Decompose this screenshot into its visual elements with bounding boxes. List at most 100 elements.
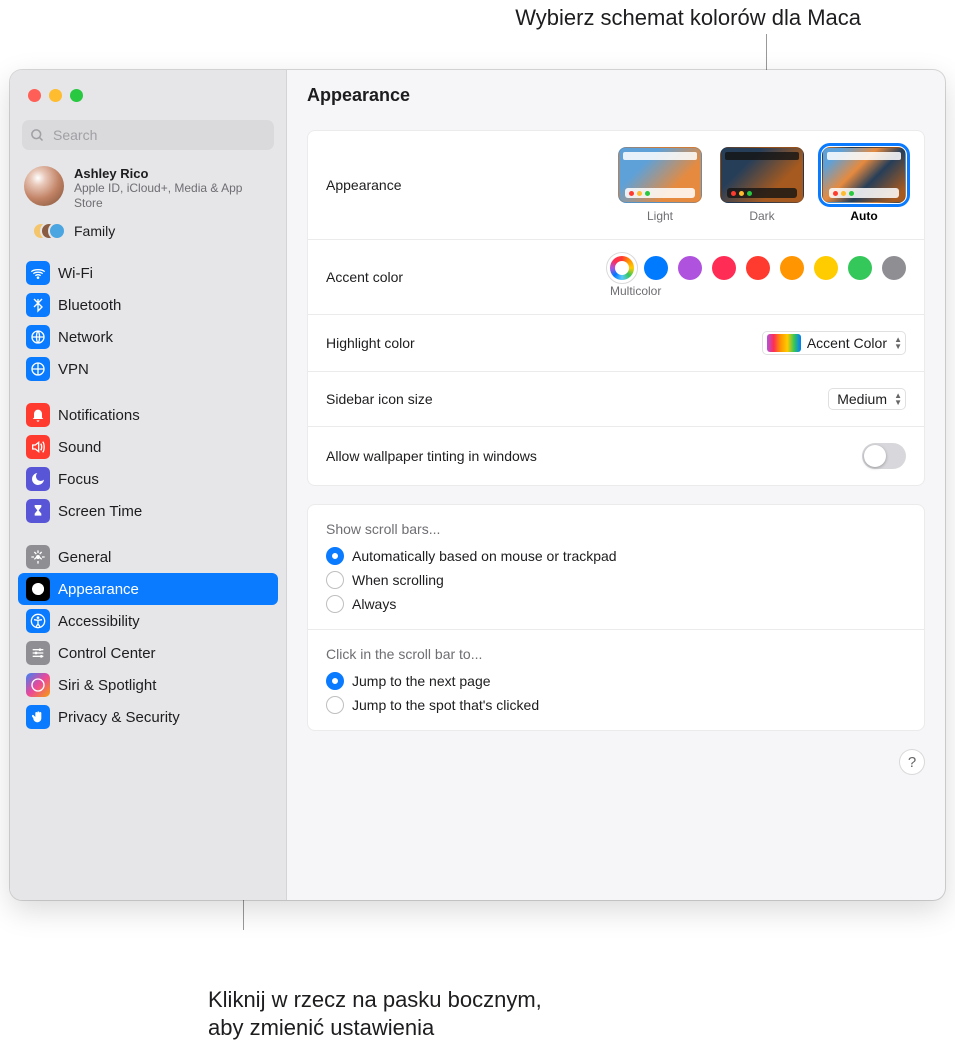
- accent-swatch-6[interactable]: [814, 256, 838, 280]
- user-name: Ashley Rico: [74, 166, 272, 181]
- accent-swatch-8[interactable]: [882, 256, 906, 280]
- sidebar-item-vpn[interactable]: VPN: [18, 353, 278, 385]
- hourglass-icon: [26, 499, 50, 523]
- window-controls: [10, 70, 286, 120]
- sidebar-item-label: VPN: [58, 361, 89, 378]
- scroll-header: Show scroll bars...: [326, 521, 440, 537]
- sidebar-item-accessibility[interactable]: Accessibility: [18, 605, 278, 637]
- family-icon: [32, 222, 66, 240]
- sidebar-item-bluetooth[interactable]: Bluetooth: [18, 289, 278, 321]
- row-tinting: Allow wallpaper tinting in windows: [308, 427, 924, 485]
- sidebar-item-label: General: [58, 549, 111, 566]
- accent-swatch-4[interactable]: [746, 256, 770, 280]
- family-label: Family: [74, 223, 115, 239]
- chevron-updown-icon: ▲▼: [894, 336, 902, 350]
- page-title: Appearance: [287, 70, 945, 120]
- radio-label: Always: [352, 596, 396, 612]
- theme-light[interactable]: Light: [618, 147, 702, 223]
- sidebar-item-notifications[interactable]: Notifications: [18, 399, 278, 431]
- highlight-select[interactable]: Accent Color ▲▼: [762, 331, 906, 355]
- sidebar-item-label: Screen Time: [58, 503, 142, 520]
- scrollbar-option-0[interactable]: Automatically based on mouse or trackpad: [326, 547, 617, 565]
- sidebar-user[interactable]: Ashley Rico Apple ID, iCloud+, Media & A…: [10, 156, 286, 215]
- radio-icon: [326, 547, 344, 565]
- main-pane: Appearance Appearance Light Dark Auto Acce…: [287, 70, 945, 900]
- click-scrollbar-option-0[interactable]: Jump to the next page: [326, 672, 539, 690]
- search-input[interactable]: [51, 126, 266, 144]
- row-sidebar-size: Sidebar icon size Medium ▲▼: [308, 372, 924, 427]
- row-accent: Accent color Multicolor: [308, 240, 924, 315]
- sidebar-item-siri-spotlight[interactable]: Siri & Spotlight: [18, 669, 278, 701]
- highlight-label: Highlight color: [326, 335, 415, 351]
- sidebar-item-general[interactable]: General: [18, 541, 278, 573]
- accent-swatch-0[interactable]: [610, 256, 634, 280]
- avatar: [24, 166, 64, 206]
- accent-swatch-3[interactable]: [712, 256, 736, 280]
- network-icon: [26, 325, 50, 349]
- gear-icon: [26, 545, 50, 569]
- sidebar-item-label: Network: [58, 329, 113, 346]
- sidebar-item-sound[interactable]: Sound: [18, 431, 278, 463]
- sidebar-item-label: Wi-Fi: [58, 265, 93, 282]
- sidebar-item-network[interactable]: Network: [18, 321, 278, 353]
- theme-label: Light: [647, 209, 673, 223]
- callout-bottom: Kliknij w rzecz na pasku bocznym, aby zm…: [208, 930, 542, 1042]
- sidebar-item-label: Appearance: [58, 581, 139, 598]
- sliders-icon: [26, 641, 50, 665]
- sidebar-item-focus[interactable]: Focus: [18, 463, 278, 495]
- radio-label: Jump to the next page: [352, 673, 491, 689]
- sidebar-item-label: Control Center: [58, 645, 156, 662]
- sidebar-size-label: Sidebar icon size: [326, 391, 433, 407]
- accent-swatch-5[interactable]: [780, 256, 804, 280]
- sound-icon: [26, 435, 50, 459]
- theme-auto[interactable]: Auto: [822, 147, 906, 223]
- scrolling-panel: Show scroll bars... Automatically based …: [307, 504, 925, 731]
- accent-swatch-1[interactable]: [644, 256, 668, 280]
- globe-icon: [26, 357, 50, 381]
- zoom-icon[interactable]: [70, 89, 83, 102]
- minimize-icon[interactable]: [49, 89, 62, 102]
- search-field[interactable]: [22, 120, 274, 150]
- scrollbar-option-1[interactable]: When scrolling: [326, 571, 617, 589]
- tinting-label: Allow wallpaper tinting in windows: [326, 448, 537, 464]
- sidebar-family[interactable]: Family: [10, 215, 286, 251]
- accent-swatch-7[interactable]: [848, 256, 872, 280]
- bell-icon: [26, 403, 50, 427]
- sidebar-item-label: Accessibility: [58, 613, 140, 630]
- appearance-label: Appearance: [326, 177, 402, 193]
- accent-swatch-2[interactable]: [678, 256, 702, 280]
- scrollbar-option-2[interactable]: Always: [326, 595, 617, 613]
- radio-icon: [326, 672, 344, 690]
- sidebar-size-select[interactable]: Medium ▲▼: [828, 388, 906, 410]
- row-appearance: Appearance Light Dark Auto: [308, 131, 924, 240]
- sidebar-item-label: Siri & Spotlight: [58, 677, 156, 694]
- sidebar-item-control-center[interactable]: Control Center: [18, 637, 278, 669]
- tinting-toggle[interactable]: [862, 443, 906, 469]
- row-scrollbars: Show scroll bars... Automatically based …: [308, 505, 924, 630]
- close-icon[interactable]: [28, 89, 41, 102]
- wifi-icon: [26, 261, 50, 285]
- theme-dark[interactable]: Dark: [720, 147, 804, 223]
- search-icon: [30, 128, 45, 143]
- highlight-gradient-icon: [767, 334, 801, 352]
- help-button[interactable]: ?: [899, 749, 925, 775]
- sidebar-nav: Wi-Fi Bluetooth Network VPN Notifications Sou…: [10, 251, 286, 900]
- radio-icon: [326, 571, 344, 589]
- theme-label: Auto: [850, 209, 877, 223]
- system-settings-window: Ashley Rico Apple ID, iCloud+, Media & A…: [10, 70, 945, 900]
- moon-icon: [26, 467, 50, 491]
- sidebar-item-appearance[interactable]: Appearance: [18, 573, 278, 605]
- radio-icon: [326, 696, 344, 714]
- accessibility-icon: [26, 609, 50, 633]
- sidebar-item-screen-time[interactable]: Screen Time: [18, 495, 278, 527]
- click-scrollbar-option-1[interactable]: Jump to the spot that's clicked: [326, 696, 539, 714]
- hand-icon: [26, 705, 50, 729]
- sidebar-item-wi-fi[interactable]: Wi-Fi: [18, 257, 278, 289]
- radio-label: Automatically based on mouse or trackpad: [352, 548, 617, 564]
- accent-sublabel: Multicolor: [610, 284, 661, 298]
- sidebar-item-privacy-security[interactable]: Privacy & Security: [18, 701, 278, 733]
- sidebar-item-label: Notifications: [58, 407, 140, 424]
- sidebar-item-label: Privacy & Security: [58, 709, 180, 726]
- sidebar: Ashley Rico Apple ID, iCloud+, Media & A…: [10, 70, 287, 900]
- accent-label: Accent color: [326, 269, 403, 285]
